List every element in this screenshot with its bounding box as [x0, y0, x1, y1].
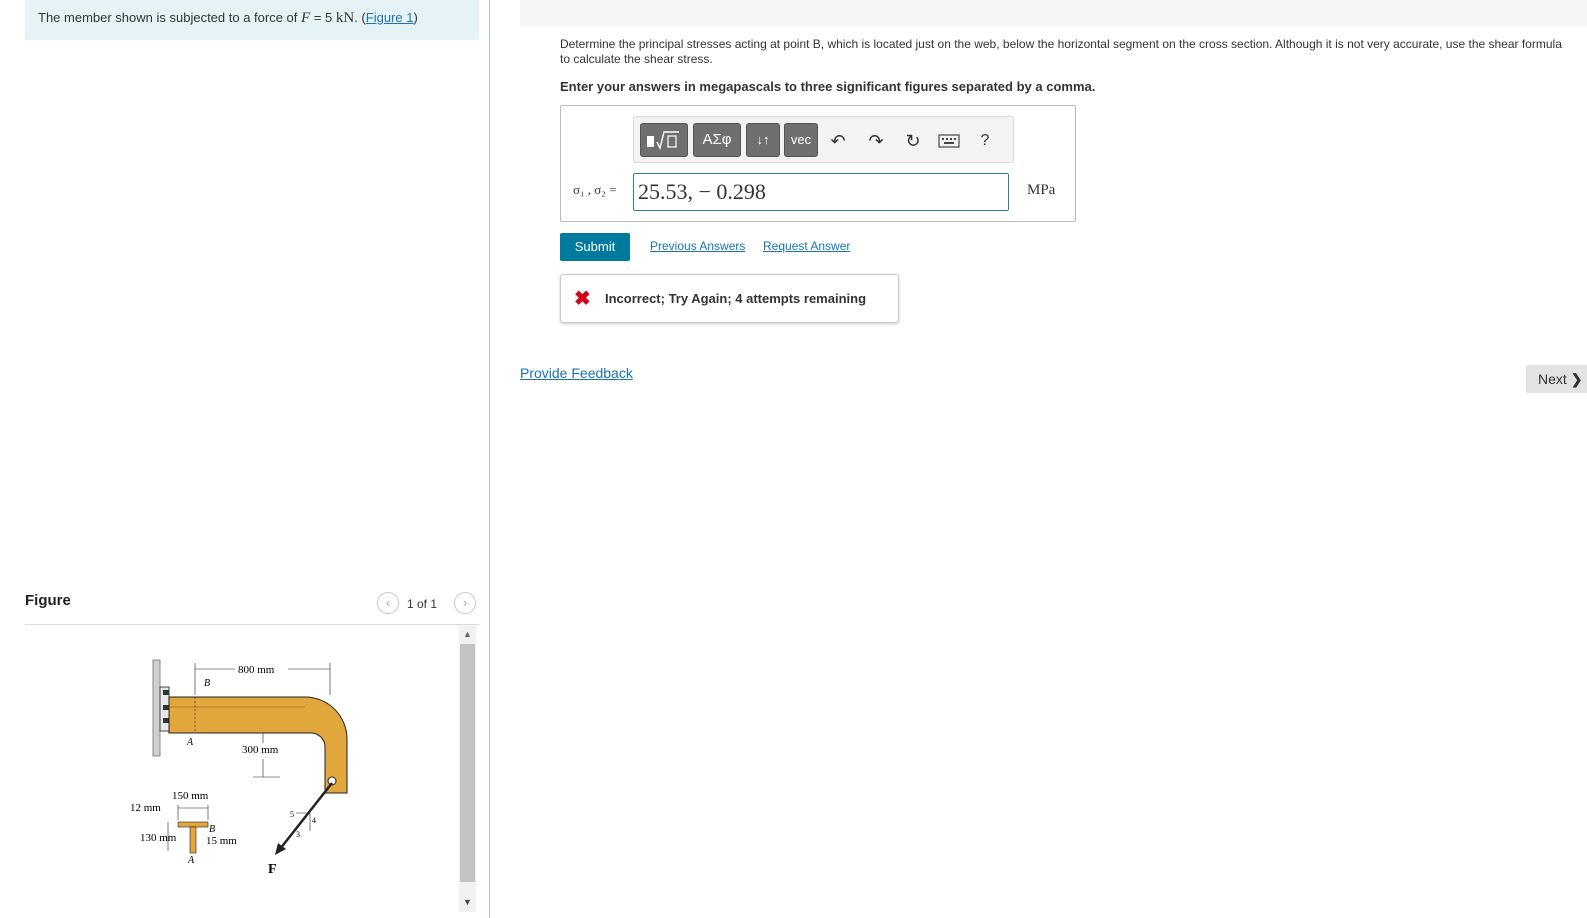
figure-link-open: . (: [354, 10, 366, 25]
cross-section-flange: [177, 821, 209, 828]
slope-4: 4: [312, 816, 316, 825]
force-value: = 5: [310, 10, 336, 25]
label-B: B: [204, 678, 210, 689]
panel-divider[interactable]: [489, 0, 490, 918]
help-button[interactable]: ?: [970, 127, 1000, 155]
scroll-up-arrow-icon[interactable]: ▲: [459, 626, 476, 642]
scroll-down-arrow-icon[interactable]: ▼: [459, 894, 476, 910]
dim-130: 130 mm: [140, 832, 177, 844]
figure-scrollbar[interactable]: ▲ ▼: [459, 626, 476, 912]
provide-feedback-link[interactable]: Provide Feedback: [520, 365, 633, 381]
previous-answers-link[interactable]: Previous Answers: [650, 239, 745, 253]
request-answer-link[interactable]: Request Answer: [763, 239, 850, 253]
figure-counter: 1 of 1: [407, 597, 438, 611]
label-B-section: B: [209, 824, 215, 835]
problem-statement: The member shown is subjected to a force…: [25, 0, 479, 40]
dim-150: 150 mm: [172, 790, 209, 802]
figure-header: Figure ‹ 1 of 1 ›: [25, 585, 479, 625]
slope-3: 3: [296, 830, 300, 839]
slope-5: 5: [290, 810, 294, 819]
answer-box: ΑΣφ ↓↑ vec ↶ ↷ ↻ ? σ₁ , σ₂ = 25.53, − 0.…: [560, 105, 1076, 222]
force-unit: kN: [335, 10, 355, 26]
dim-800: 800 mm: [238, 664, 275, 676]
figure-link[interactable]: Figure 1: [366, 10, 414, 25]
reset-icon[interactable]: ↻: [898, 127, 928, 155]
undo-icon[interactable]: ↶: [823, 127, 853, 155]
top-bar: [520, 0, 1587, 27]
question-text: Determine the principal stresses acting …: [560, 37, 1562, 66]
answer-input[interactable]: 25.53, − 0.298: [633, 173, 1009, 211]
vector-button[interactable]: vec: [784, 123, 818, 157]
next-label: Next: [1538, 371, 1567, 387]
label-A-section: A: [187, 855, 195, 866]
unit-label: MPa: [1027, 182, 1056, 198]
dim-300: 300 mm: [242, 744, 279, 756]
figure-link-close: ): [413, 10, 418, 25]
greek-letters-button[interactable]: ΑΣφ: [693, 123, 741, 157]
problem-text: The member shown is subjected to a force…: [38, 10, 302, 25]
dim-15: 15 mm: [206, 835, 237, 847]
subscript-superscript-button[interactable]: ↓↑: [746, 123, 780, 157]
x-mark-icon: ✖: [574, 288, 591, 310]
scrollbar-thumb[interactable]: [460, 644, 475, 882]
chevron-right-icon[interactable]: ›: [454, 592, 476, 614]
chevron-right-icon: ❯: [1570, 371, 1583, 387]
left-panel: The member shown is subjected to a force…: [0, 0, 490, 918]
next-button[interactable]: Next ❯: [1526, 365, 1587, 393]
redo-icon[interactable]: ↷: [861, 127, 891, 155]
feedback-box: ✖ Incorrect; Try Again; 4 attempts remai…: [560, 274, 899, 323]
variable-label: σ₁ , σ₂ =: [573, 182, 617, 197]
member-figure: 800 mm B A 300 mm F 5 4 3 150 mm 12 mm B…: [130, 659, 348, 877]
bolts: [163, 690, 169, 723]
label-F: F: [268, 862, 277, 877]
fraction-sqrt-templates-icon[interactable]: [640, 123, 688, 157]
submit-button[interactable]: Submit: [560, 233, 630, 261]
force-symbol: F: [301, 10, 311, 26]
instructions-text: Enter your answers in megapascals to thr…: [560, 79, 1096, 94]
feedback-text: Incorrect; Try Again; 4 attempts remaini…: [605, 291, 867, 306]
label-A: A: [186, 737, 194, 748]
figure-title: Figure: [25, 592, 71, 609]
cross-section-web: [189, 826, 197, 854]
math-toolbar: ΑΣφ ↓↑ vec ↶ ↷ ↻ ?: [633, 116, 1014, 163]
chevron-left-icon[interactable]: ‹: [377, 592, 399, 614]
keyboard-icon[interactable]: [934, 127, 964, 155]
dim-12: 12 mm: [130, 802, 161, 814]
wall: [152, 659, 161, 757]
